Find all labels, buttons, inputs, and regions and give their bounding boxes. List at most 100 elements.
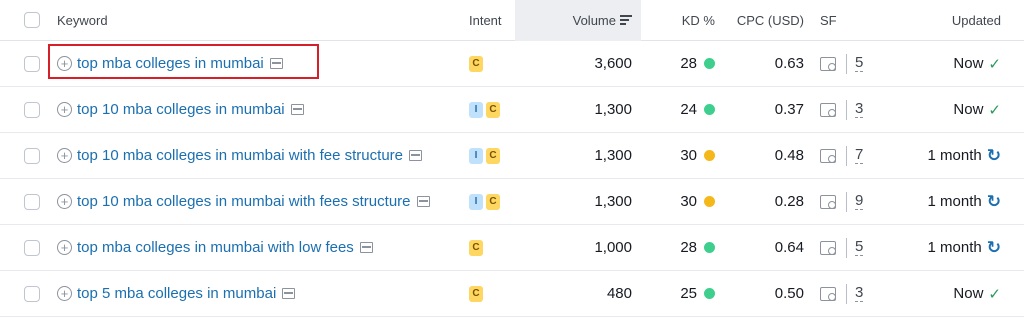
table-header: Keyword Intent Volume KD % CPC (USD) SF …	[0, 0, 1024, 41]
sf-count[interactable]: 5	[855, 55, 864, 72]
add-keyword-icon[interactable]: +	[57, 56, 72, 71]
volume-value: 1,000	[594, 239, 632, 256]
keyword-link[interactable]: top 10 mba colleges in mumbai with fees …	[77, 193, 411, 210]
sf-cell: 3	[820, 87, 864, 132]
serp-preview-icon[interactable]	[290, 104, 304, 115]
intent-badge-c: C	[486, 101, 500, 118]
sf-cell: 5	[820, 41, 864, 86]
row-checkbox[interactable]	[24, 193, 40, 210]
keyword-cell: + top 10 mba colleges in mumbai with fee…	[57, 179, 430, 224]
sf-divider	[846, 283, 847, 304]
table-row: + top mba colleges in mumbai with low fe…	[0, 225, 1024, 271]
sf-count[interactable]: 5	[855, 239, 864, 256]
row-checkbox[interactable]	[24, 239, 40, 256]
row-select-cell	[24, 41, 40, 86]
kd-value: 30	[680, 193, 697, 210]
kd-difficulty-dot	[704, 58, 715, 69]
keyword-header[interactable]: Keyword	[57, 0, 108, 40]
updated-value: Now	[953, 55, 984, 72]
sf-cell: 5	[820, 225, 864, 270]
updated-cell: 1 month ↻	[870, 225, 1001, 270]
select-all-checkbox[interactable]	[24, 12, 40, 28]
refresh-icon[interactable]: ↻	[987, 192, 1001, 212]
add-keyword-icon[interactable]: +	[57, 286, 72, 301]
kd-value: 24	[680, 101, 697, 118]
sf-count[interactable]: 3	[855, 285, 864, 302]
keyword-link[interactable]: top 10 mba colleges in mumbai with fee s…	[77, 147, 403, 164]
volume-header[interactable]: Volume	[515, 0, 632, 40]
serp-features-icon[interactable]	[820, 240, 836, 255]
kd-difficulty-dot	[704, 104, 715, 115]
volume-value: 1,300	[594, 193, 632, 210]
kd-cell: 25	[655, 271, 715, 316]
keyword-link[interactable]: top 5 mba colleges in mumbai	[77, 285, 276, 302]
add-keyword-icon[interactable]: +	[57, 102, 72, 117]
serp-features-icon[interactable]	[820, 102, 836, 117]
kd-cell: 30	[655, 179, 715, 224]
kd-header[interactable]: KD %	[655, 0, 715, 40]
keyword-link[interactable]: top 10 mba colleges in mumbai	[77, 101, 285, 118]
row-select-cell	[24, 271, 40, 316]
sf-divider	[846, 191, 847, 212]
intent-cell: IC	[469, 179, 503, 224]
add-keyword-icon[interactable]: +	[57, 148, 72, 163]
cpc-header[interactable]: CPC (USD)	[725, 0, 804, 40]
table-row: + top mba colleges in mumbai C 3,600 28 …	[0, 41, 1024, 87]
refresh-icon[interactable]: ↻	[987, 238, 1001, 258]
volume-value: 1,300	[594, 101, 632, 118]
row-checkbox[interactable]	[24, 285, 40, 302]
add-keyword-icon[interactable]: +	[57, 240, 72, 255]
kd-cell: 30	[655, 133, 715, 178]
serp-preview-icon[interactable]	[416, 196, 430, 207]
updated-cell: 1 month ↻	[870, 179, 1001, 224]
sf-cell: 7	[820, 133, 864, 178]
intent-badge-c: C	[469, 285, 483, 302]
row-checkbox[interactable]	[24, 101, 40, 118]
sf-count[interactable]: 9	[855, 193, 864, 210]
cpc-value: 0.28	[774, 193, 804, 210]
serp-preview-icon[interactable]	[269, 58, 283, 69]
sf-count[interactable]: 7	[855, 147, 864, 164]
serp-features-icon[interactable]	[820, 194, 836, 209]
serp-features-icon[interactable]	[820, 56, 836, 71]
kd-value: 28	[680, 55, 697, 72]
serp-features-icon[interactable]	[820, 286, 836, 301]
keyword-cell: + top 5 mba colleges in mumbai	[57, 271, 296, 316]
cpc-value: 0.63	[774, 55, 804, 72]
kd-difficulty-dot	[704, 150, 715, 161]
table-row: + top 10 mba colleges in mumbai with fee…	[0, 133, 1024, 179]
updated-cell: Now ✓	[870, 271, 1001, 316]
sf-header[interactable]: SF	[820, 0, 837, 40]
updated-cell: Now ✓	[870, 87, 1001, 132]
row-checkbox[interactable]	[24, 55, 40, 72]
serp-features-icon[interactable]	[820, 148, 836, 163]
keyword-link[interactable]: top mba colleges in mumbai	[77, 55, 264, 72]
intent-badge-c: C	[469, 55, 483, 72]
intent-badge-c: C	[486, 193, 500, 210]
add-keyword-icon[interactable]: +	[57, 194, 72, 209]
updated-cell: Now ✓	[870, 41, 1001, 86]
intent-cell: IC	[469, 133, 503, 178]
serp-preview-icon[interactable]	[409, 150, 422, 161]
keyword-cell: + top mba colleges in mumbai with low fe…	[57, 225, 373, 270]
row-select-cell	[24, 179, 40, 224]
keyword-cell: + top 10 mba colleges in mumbai	[57, 87, 304, 132]
keyword-link[interactable]: top mba colleges in mumbai with low fees	[77, 239, 354, 256]
refresh-icon[interactable]: ↻	[987, 146, 1001, 166]
intent-header[interactable]: Intent	[469, 0, 502, 40]
sf-divider	[846, 145, 847, 166]
row-select-cell	[24, 87, 40, 132]
serp-preview-icon[interactable]	[282, 288, 296, 299]
check-icon: ✓	[988, 55, 1001, 73]
sf-count[interactable]: 3	[855, 101, 864, 118]
row-checkbox[interactable]	[24, 147, 40, 164]
sf-divider	[846, 53, 847, 74]
kd-value: 30	[680, 147, 697, 164]
intent-badge-c: C	[469, 239, 483, 256]
kd-cell: 28	[655, 41, 715, 86]
volume-value: 1,300	[594, 147, 632, 164]
serp-preview-icon[interactable]	[359, 242, 373, 253]
kd-difficulty-dot	[704, 196, 715, 207]
updated-header[interactable]: Updated	[870, 0, 1001, 40]
updated-value: 1 month	[927, 193, 982, 210]
